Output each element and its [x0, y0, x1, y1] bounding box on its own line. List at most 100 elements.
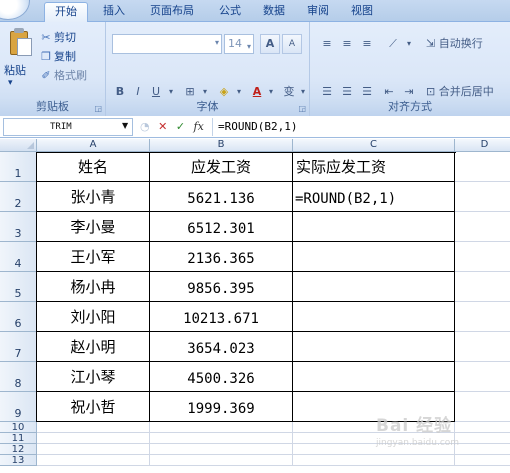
grid-cell[interactable]: 张小青: [37, 182, 150, 212]
align-bottom-icon[interactable]: ≡: [358, 36, 376, 54]
grid-cell[interactable]: [293, 242, 455, 272]
merge-center-button[interactable]: ⊡ 合并后居中: [426, 84, 510, 102]
grid-cell[interactable]: [37, 444, 150, 455]
phonetic-button[interactable]: 变: [280, 84, 298, 102]
formula-input[interactable]: =ROUND(B2,1): [212, 118, 508, 136]
align-middle-icon[interactable]: ≡: [338, 36, 356, 54]
cut-button[interactable]: ✂ 剪切: [40, 29, 76, 45]
select-all-button[interactable]: [0, 139, 37, 152]
grid-cell[interactable]: [455, 392, 510, 422]
increase-indent-icon[interactable]: ⇥: [400, 84, 418, 102]
grow-font-button[interactable]: A: [260, 34, 280, 54]
grid-cell[interactable]: 王小军: [37, 242, 150, 272]
paste-button[interactable]: 粘贴: [4, 62, 26, 78]
office-button[interactable]: [0, 0, 30, 20]
grid-cell[interactable]: [37, 433, 150, 444]
column-header-c[interactable]: C: [293, 139, 455, 152]
column-header-a[interactable]: A: [37, 139, 150, 152]
align-center-icon[interactable]: ☰: [338, 84, 356, 102]
column-header-b[interactable]: B: [150, 139, 293, 152]
row-header[interactable]: 4: [0, 242, 37, 272]
grid-cell[interactable]: 赵小明: [37, 332, 150, 362]
grid-cell[interactable]: 5621.136: [150, 182, 293, 212]
grid-cell[interactable]: [455, 362, 510, 392]
font-name-combo[interactable]: ▾: [112, 34, 222, 54]
grid-cell[interactable]: [455, 272, 510, 302]
grid-cell[interactable]: 杨小冉: [37, 272, 150, 302]
font-size-combo[interactable]: 14 ▾: [224, 34, 254, 54]
row-header[interactable]: 11: [0, 433, 37, 444]
chevron-down-icon[interactable]: ▾: [166, 84, 176, 102]
grid-cell[interactable]: [150, 433, 293, 444]
grid-cell[interactable]: [455, 212, 510, 242]
grid-cell[interactable]: [37, 455, 150, 466]
grid-cell[interactable]: [455, 152, 510, 182]
grid-cell[interactable]: [37, 422, 150, 433]
tab-formulas[interactable]: 公式: [212, 2, 248, 22]
grid-cell[interactable]: [150, 444, 293, 455]
grid-cell[interactable]: [455, 302, 510, 332]
decrease-indent-icon[interactable]: ⇤: [380, 84, 398, 102]
row-header[interactable]: 9: [0, 392, 37, 422]
grid-cell[interactable]: [455, 455, 510, 466]
underline-button[interactable]: U: [148, 84, 164, 102]
grid-cell[interactable]: 应发工资: [150, 152, 293, 182]
font-color-icon[interactable]: A: [248, 84, 266, 102]
orientation-icon[interactable]: ⟋: [382, 36, 404, 54]
grid-cell[interactable]: [455, 182, 510, 212]
grid-cell[interactable]: 3654.023: [150, 332, 293, 362]
row-header[interactable]: 13: [0, 455, 37, 466]
grid-cell[interactable]: [293, 302, 455, 332]
align-right-icon[interactable]: ☰: [358, 84, 376, 102]
clipboard-launcher-icon[interactable]: ◲: [94, 104, 102, 113]
grid-cell[interactable]: [150, 422, 293, 433]
grid-cell[interactable]: [455, 433, 510, 444]
grid-cell[interactable]: 9856.395: [150, 272, 293, 302]
column-header-d[interactable]: D: [455, 139, 510, 152]
italic-button[interactable]: I: [130, 84, 146, 102]
row-header[interactable]: 10: [0, 422, 37, 433]
tab-home[interactable]: 开始: [44, 2, 88, 23]
chevron-down-icon[interactable]: ▾: [266, 84, 276, 102]
row-header[interactable]: 7: [0, 332, 37, 362]
tab-insert[interactable]: 插入: [96, 2, 132, 22]
chevron-down-icon[interactable]: ▾: [200, 84, 210, 102]
grid-cell[interactable]: 6512.301: [150, 212, 293, 242]
grid-cell[interactable]: [150, 455, 293, 466]
chevron-down-icon[interactable]: ▼: [122, 121, 128, 130]
grid-cell[interactable]: 2136.365: [150, 242, 293, 272]
grid-cell[interactable]: 李小曼: [37, 212, 150, 242]
copy-button[interactable]: ❐ 复制: [40, 48, 76, 64]
insert-function-icon[interactable]: fx: [194, 120, 204, 133]
paste-icon[interactable]: [8, 28, 34, 58]
grid-cell[interactable]: 江小琴: [37, 362, 150, 392]
row-header[interactable]: 12: [0, 444, 37, 455]
row-header[interactable]: 1: [0, 152, 37, 182]
font-launcher-icon[interactable]: ◲: [298, 104, 306, 113]
tab-review[interactable]: 审阅: [300, 2, 336, 22]
grid-cell[interactable]: [293, 455, 455, 466]
grid-cell[interactable]: 10213.671: [150, 302, 293, 332]
row-header[interactable]: 8: [0, 362, 37, 392]
shrink-font-button[interactable]: A: [282, 34, 302, 54]
grid-cell[interactable]: 祝小哲: [37, 392, 150, 422]
grid-cell[interactable]: [455, 422, 510, 433]
grid-cell[interactable]: [455, 242, 510, 272]
row-header[interactable]: 2: [0, 182, 37, 212]
align-left-icon[interactable]: ☰: [318, 84, 336, 102]
bold-button[interactable]: B: [112, 84, 128, 102]
grid-cell[interactable]: 姓名: [37, 152, 150, 182]
align-top-icon[interactable]: ≡: [318, 36, 336, 54]
grid-cell[interactable]: [455, 444, 510, 455]
chevron-down-icon[interactable]: ▾: [404, 36, 414, 54]
row-header[interactable]: 3: [0, 212, 37, 242]
wrap-text-button[interactable]: ⇲ 自动换行: [426, 36, 510, 54]
grid-cell[interactable]: 实际应发工资: [293, 152, 455, 182]
row-header[interactable]: 6: [0, 302, 37, 332]
cancel-icon[interactable]: ✕: [158, 120, 167, 133]
borders-icon[interactable]: ⊞: [180, 84, 200, 102]
grid-cell[interactable]: 刘小阳: [37, 302, 150, 332]
chevron-down-icon[interactable]: ▾: [234, 84, 244, 102]
tab-view[interactable]: 视图: [344, 2, 380, 22]
format-painter-button[interactable]: ✐ 格式刷: [40, 67, 87, 83]
